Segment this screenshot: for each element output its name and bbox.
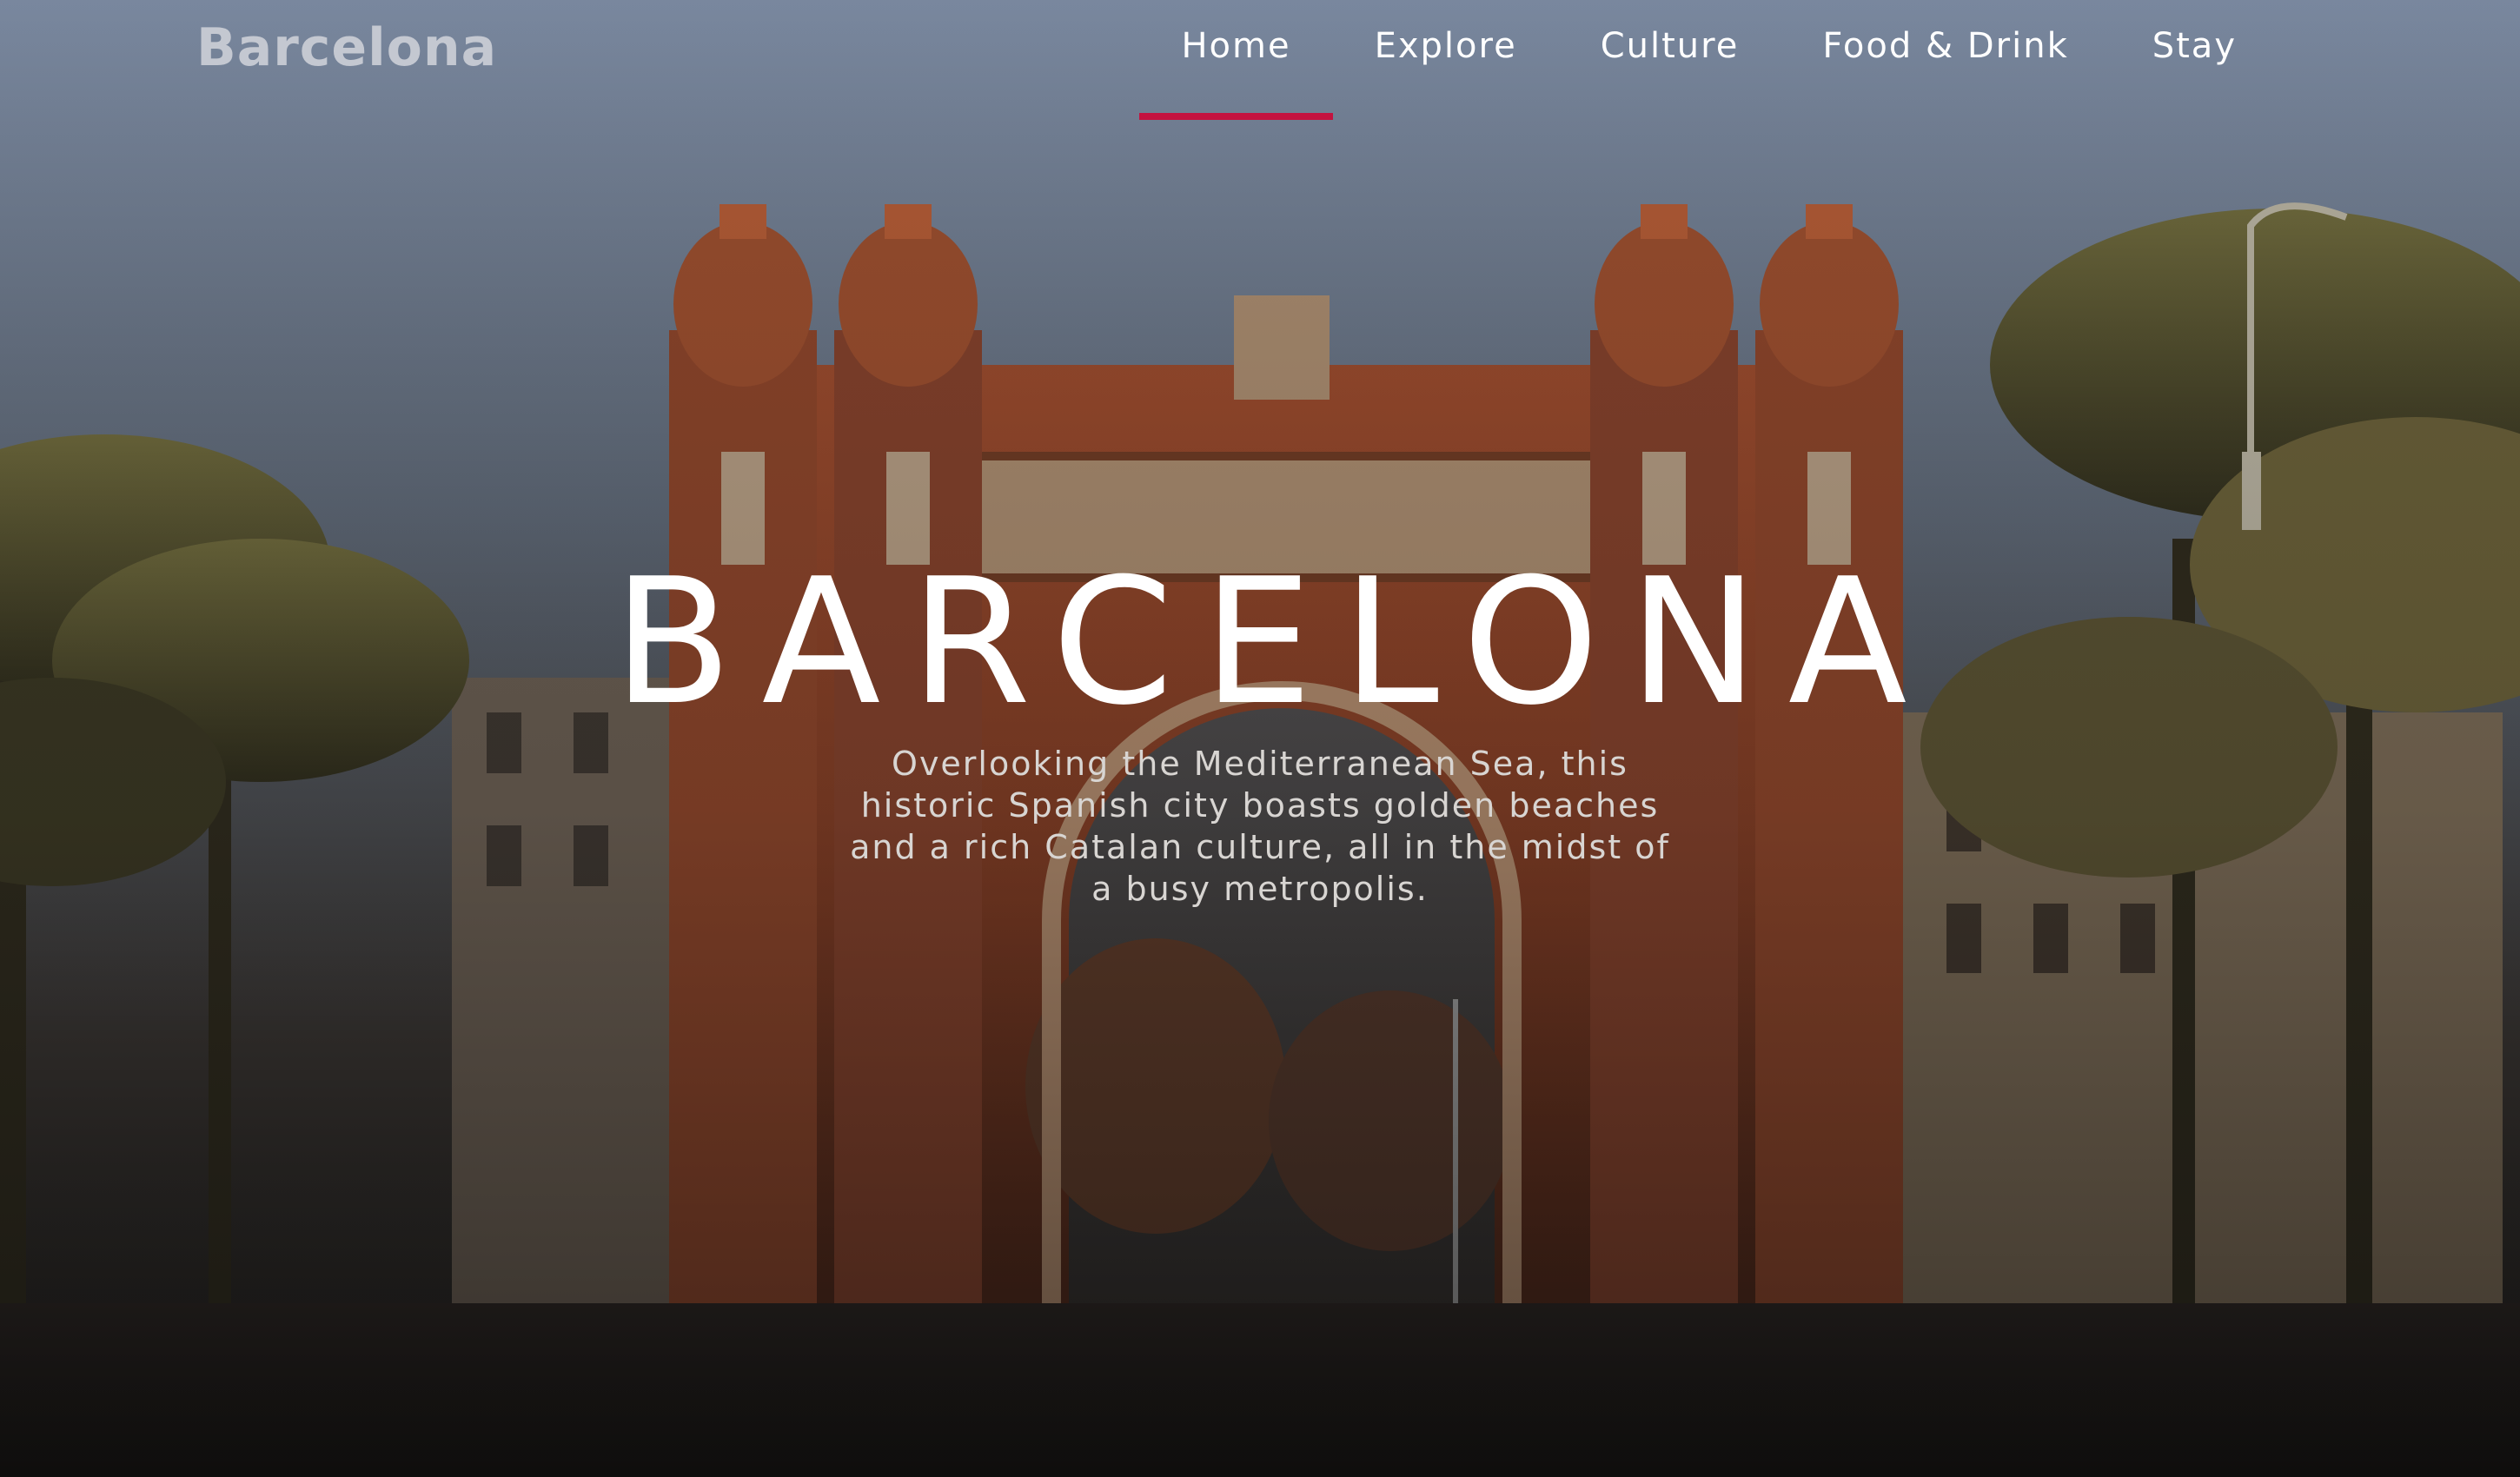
- page: Barcelona Home Explore Culture Food & Dr…: [0, 0, 2520, 1477]
- nav-food-and-drink-label: Food & Drink: [1822, 26, 2069, 66]
- nav-home[interactable]: Home: [1139, 0, 1333, 122]
- nav-food-and-drink[interactable]: Food & Drink: [1781, 0, 2110, 122]
- main-nav: Home Explore Culture Food & Drink Stay: [1139, 0, 2278, 122]
- nav-culture[interactable]: Culture: [1559, 0, 1781, 122]
- nav-home-label: Home: [1181, 26, 1291, 66]
- nav-explore[interactable]: Explore: [1333, 0, 1559, 122]
- active-nav-indicator: [1139, 113, 1333, 120]
- site-logo-link[interactable]: Barcelona: [196, 17, 497, 78]
- nav-explore-label: Explore: [1374, 26, 1517, 66]
- nav-stay[interactable]: Stay: [2111, 0, 2278, 122]
- nav-culture-label: Culture: [1600, 26, 1740, 66]
- nav-stay-label: Stay: [2152, 26, 2237, 66]
- hero-title: BARCELONA: [613, 541, 1937, 744]
- hero-tagline: Overlooking the Mediterranean Sea, this …: [850, 745, 1670, 908]
